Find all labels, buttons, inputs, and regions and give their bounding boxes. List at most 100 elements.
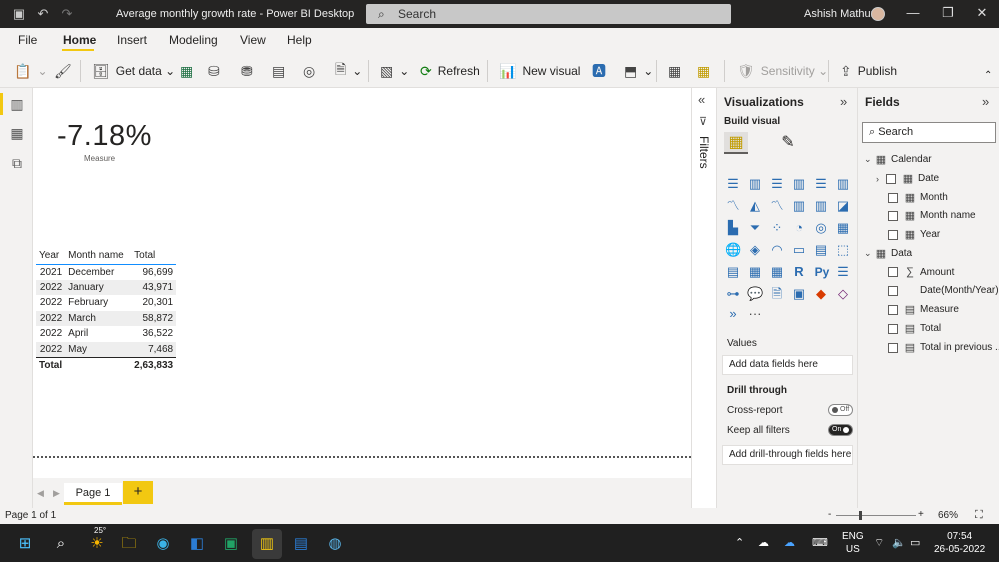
matrix-table[interactable]: Year Month name Total 2021 December 96,6… <box>36 248 177 373</box>
stacked-area-chart-icon[interactable]: 〽 <box>769 198 785 214</box>
data-hub-icon[interactable]: ⛁ <box>208 61 226 81</box>
report-view-icon[interactable]: ▥ <box>9 96 25 112</box>
field-item[interactable]: ▤ Total <box>888 322 941 335</box>
chevron-right-icon[interactable]: › <box>876 174 886 184</box>
field-checkbox[interactable] <box>888 323 898 334</box>
clustered-column-chart-icon[interactable]: ▥ <box>791 176 807 192</box>
table-icon[interactable]: ▦ <box>747 264 763 280</box>
add-page-button[interactable]: + <box>123 481 153 504</box>
menu-insert[interactable]: Insert <box>117 33 147 47</box>
stacked-bar-chart-icon[interactable]: ☰ <box>725 176 741 192</box>
data-view-icon[interactable]: ▦ <box>9 125 25 141</box>
field-checkbox[interactable] <box>888 285 898 296</box>
menu-help[interactable]: Help <box>287 33 312 47</box>
undo-icon[interactable]: ↶ <box>36 7 50 21</box>
field-item[interactable]: Date(Month/Year) <box>888 285 999 296</box>
expand-icon[interactable]: » <box>840 94 847 109</box>
line-chart-icon[interactable]: 〽 <box>725 198 741 214</box>
keyboard-icon[interactable]: ⌨ <box>812 536 828 549</box>
new-visual-button[interactable]: 📊 New visual <box>499 61 580 81</box>
volume-icon[interactable]: 🔈 <box>892 536 906 549</box>
cloud-icon[interactable]: ☁ <box>758 536 769 549</box>
field-item[interactable]: ▤ Total in previous ... <box>888 341 999 354</box>
funnel-icon[interactable]: ⏷ <box>747 220 763 236</box>
gauge-icon[interactable]: ◠ <box>769 242 785 258</box>
scatter-chart-icon[interactable]: ⁘ <box>769 220 785 236</box>
model-view-icon[interactable]: ⧉ <box>9 155 25 171</box>
search-box[interactable]: ⌕ Search <box>366 4 731 24</box>
power-automate-icon[interactable]: » <box>725 306 741 322</box>
build-visual-tab[interactable]: ▦ <box>724 132 748 154</box>
column-header-year[interactable]: Year <box>36 248 65 264</box>
field-checkbox[interactable] <box>888 267 898 277</box>
field-item[interactable]: ▦ Month <box>888 191 948 204</box>
donut-chart-icon[interactable]: ◎ <box>813 220 829 236</box>
clustered-bar-chart-icon[interactable]: ☰ <box>769 176 785 192</box>
paste-button[interactable]: 📋 ⌄ <box>14 61 48 81</box>
dataverse-icon[interactable]: ◎ <box>303 61 321 81</box>
format-painter-icon[interactable]: 🖌 <box>54 61 78 81</box>
values-field-well[interactable]: Add data fields here <box>722 355 853 375</box>
weather-icon[interactable]: ☀ <box>86 533 108 555</box>
power-bi-app-icon[interactable]: ▥ <box>256 533 278 555</box>
paginated-report-icon[interactable]: ▣ <box>791 286 807 302</box>
transform-data-icon[interactable]: ▧ ⌄ <box>380 61 409 81</box>
file-explorer-icon[interactable]: 🗀 <box>118 533 140 555</box>
clock[interactable]: 07:54 26-05-2022 <box>934 530 985 556</box>
menu-view[interactable]: View <box>240 33 266 47</box>
field-checkbox[interactable] <box>888 192 898 203</box>
field-checkbox[interactable] <box>888 342 898 353</box>
recent-sources-icon[interactable]: 🗎 ⌄ <box>335 61 362 81</box>
quick-measure-icon[interactable]: ▦ <box>697 61 716 81</box>
azure-map-icon[interactable]: ◆ <box>813 286 829 302</box>
new-measure-icon[interactable]: ▦ <box>668 61 687 81</box>
zoom-out-button[interactable]: - <box>828 509 831 520</box>
kpi-icon[interactable]: ⬚ <box>835 242 851 258</box>
excel-icon[interactable]: ▦ <box>180 61 199 81</box>
decomposition-tree-icon[interactable]: ⊶ <box>725 286 741 302</box>
windows-start-icon[interactable]: ⊞ <box>14 533 36 555</box>
menu-modeling[interactable]: Modeling <box>169 33 218 47</box>
search-icon[interactable]: ⌕ <box>50 533 72 555</box>
waterfall-chart-icon[interactable]: ▙ <box>725 220 741 236</box>
edge-icon[interactable]: ◉ <box>152 533 174 555</box>
field-item[interactable]: › ▦ Date <box>876 172 939 185</box>
ribbon-chart-icon[interactable]: ◪ <box>835 198 851 214</box>
cross-report-toggle[interactable]: Off <box>828 404 853 416</box>
pie-chart-icon[interactable]: ◔ <box>791 220 807 236</box>
menu-file[interactable]: File <box>18 33 37 47</box>
browser-app-icon[interactable]: ◍ <box>324 533 346 555</box>
zoom-slider-track[interactable] <box>836 515 916 516</box>
chevron-down-icon[interactable]: ⌄ <box>864 248 874 259</box>
chevron-up-icon[interactable]: ⌃ <box>735 536 744 549</box>
get-data-button[interactable]: 🗄 Get data ⌄ <box>92 61 175 81</box>
table-row[interactable]: 2021 December 96,699 <box>36 264 176 280</box>
filters-label[interactable]: Filters <box>697 136 711 169</box>
battery-icon[interactable]: ▭ <box>910 536 920 549</box>
sensitivity-button[interactable]: 🛡 Sensitivity ⌄ <box>737 61 828 81</box>
outlook-icon[interactable]: ◧ <box>186 533 208 555</box>
wifi-icon[interactable]: ⌔ <box>874 536 884 550</box>
tab-page-1[interactable]: Page 1 <box>64 483 122 505</box>
map-icon[interactable]: 🌐 <box>725 242 741 258</box>
text-box-icon[interactable]: 🅰 <box>592 61 612 81</box>
line-clustered-column-icon[interactable]: ▥ <box>791 198 807 214</box>
column-header-total[interactable]: Total <box>131 248 176 264</box>
field-item[interactable]: ▤ Measure <box>888 303 959 316</box>
field-item[interactable]: ▦ Year <box>888 228 940 241</box>
format-visual-tab[interactable]: ✎ <box>776 132 800 154</box>
restore-icon[interactable]: ❐ <box>940 5 956 21</box>
100-stacked-column-icon[interactable]: ▥ <box>835 176 851 192</box>
power-apps-icon[interactable]: ◇ <box>835 286 851 302</box>
smart-narrative-icon[interactable]: 🗎 <box>769 286 785 302</box>
filled-map-icon[interactable]: ◈ <box>747 242 763 258</box>
zoom-in-button[interactable]: + <box>918 509 924 520</box>
field-item[interactable]: ∑ Amount <box>888 266 954 278</box>
user-name[interactable]: Ashish Mathur <box>804 8 874 20</box>
table-row[interactable]: 2022 May 7,468 <box>36 341 177 357</box>
field-item[interactable]: ▦ Month name <box>888 209 976 222</box>
field-checkbox[interactable] <box>886 173 896 184</box>
table-total-row[interactable]: Total 2,63,833 <box>36 356 177 373</box>
card-value[interactable]: -7.18% <box>57 120 152 153</box>
field-checkbox[interactable] <box>888 229 898 240</box>
